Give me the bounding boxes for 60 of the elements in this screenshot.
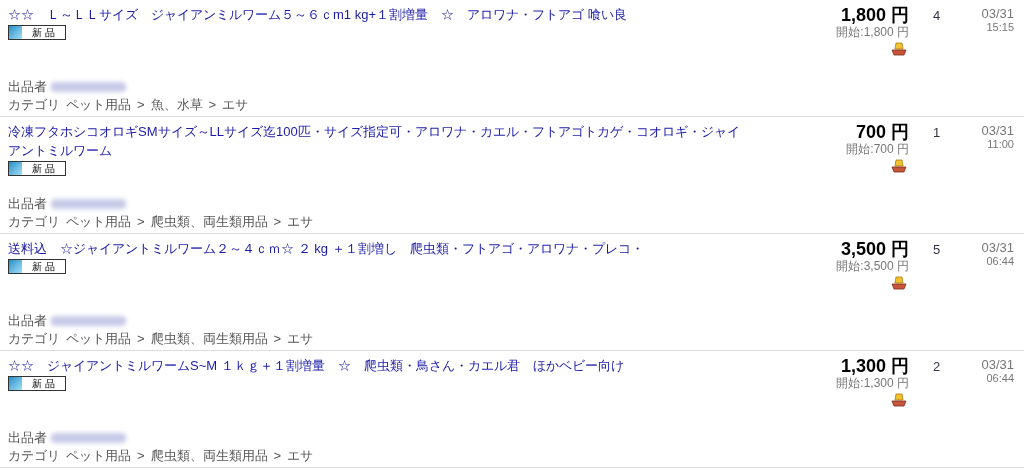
new-item-badge: 新 品: [8, 376, 66, 391]
breadcrumb-separator: >: [137, 330, 145, 348]
start-price: 開始:1,300 円: [836, 376, 909, 390]
breadcrumb-separator: >: [273, 330, 282, 348]
category-link[interactable]: エサ: [222, 96, 249, 114]
end-date: 03/31: [981, 123, 1014, 138]
bid-count: 5: [933, 242, 941, 257]
category-link[interactable]: ペット用品: [66, 213, 131, 231]
current-price: 1,800 円: [840, 5, 909, 25]
boat-icon: [891, 159, 907, 173]
end-time: 15:15: [986, 21, 1014, 34]
breadcrumb-separator: >: [137, 96, 145, 114]
category-label: カテゴリ: [8, 447, 60, 465]
category-link[interactable]: エサ: [287, 447, 314, 465]
category-link[interactable]: 爬虫類、両生類用品: [150, 447, 268, 465]
start-price: 開始:3,500 円: [836, 259, 909, 273]
listing-title[interactable]: ☆☆ ジャイアントミルワームS~M １ｋｇ＋１割増量 ☆ 爬虫類・鳥さん・カエル君 ほかベビー向け: [8, 356, 817, 375]
boat-icon: [891, 42, 907, 56]
breadcrumb-separator: >: [273, 447, 282, 465]
category-link[interactable]: ペット用品: [66, 330, 131, 348]
new-item-badge: 新 品: [8, 259, 66, 274]
category-link[interactable]: 魚、水草: [150, 96, 203, 114]
category-link[interactable]: エサ: [287, 330, 314, 348]
listing-title[interactable]: 送料込 ☆ジャイアントミルワーム２～４ｃｍ☆ ２ kg ＋１割増し 爬虫類・フトアゴ・アロワナ・プレコ・: [8, 239, 817, 258]
seller-label: 出品者: [8, 78, 47, 96]
listing-title[interactable]: 冷凍フタホシコオロギSMサイズ～LLサイズ迄100匹・サイズ指定可・アロワナ・カエル・フトアゴトカゲ・コオロギ・ジャイアントミルワーム: [8, 122, 817, 160]
end-date: 03/31: [981, 240, 1014, 255]
seller-label: 出品者: [8, 195, 47, 213]
category-link[interactable]: ペット用品: [66, 96, 131, 114]
breadcrumb-separator: >: [208, 96, 217, 114]
breadcrumb-separator: >: [137, 447, 145, 465]
category-link[interactable]: 爬虫類、両生類用品: [150, 213, 268, 231]
current-price: 3,500 円: [840, 239, 909, 259]
start-price: 開始:1,800 円: [836, 25, 909, 39]
category-link[interactable]: 爬虫類、両生類用品: [150, 330, 268, 348]
new-item-badge: 新 品: [8, 25, 66, 40]
breadcrumb-separator: >: [137, 213, 145, 231]
boat-icon: [891, 276, 907, 290]
end-date: 03/31: [981, 6, 1014, 21]
end-time: 06:44: [986, 255, 1014, 268]
end-date: 03/31: [981, 357, 1014, 372]
category-label: カテゴリ: [8, 96, 60, 114]
breadcrumb-separator: >: [273, 213, 282, 231]
current-price: 700 円: [855, 122, 909, 142]
category-link[interactable]: ペット用品: [66, 447, 131, 465]
category-label: カテゴリ: [8, 213, 60, 231]
bid-count: 1: [933, 125, 941, 140]
start-price: 開始:700 円: [846, 142, 909, 156]
seller-label: 出品者: [8, 312, 47, 330]
current-price: 1,300 円: [840, 356, 909, 376]
bid-count: 2: [933, 359, 941, 374]
boat-icon: [891, 393, 907, 407]
end-time: 06:44: [986, 372, 1014, 385]
end-time: 11:00: [987, 138, 1014, 151]
bid-count: 4: [933, 8, 941, 23]
new-item-badge: 新 品: [8, 161, 66, 176]
category-label: カテゴリ: [8, 330, 60, 348]
listing-title[interactable]: ☆☆ Ｌ～ＬＬサイズ ジャイアンミルワーム５～６ｃm1 kg+１割増量 ☆ アロワナ・フトアゴ 喰い良: [8, 5, 817, 24]
category-link[interactable]: エサ: [287, 213, 314, 231]
seller-label: 出品者: [8, 429, 47, 447]
